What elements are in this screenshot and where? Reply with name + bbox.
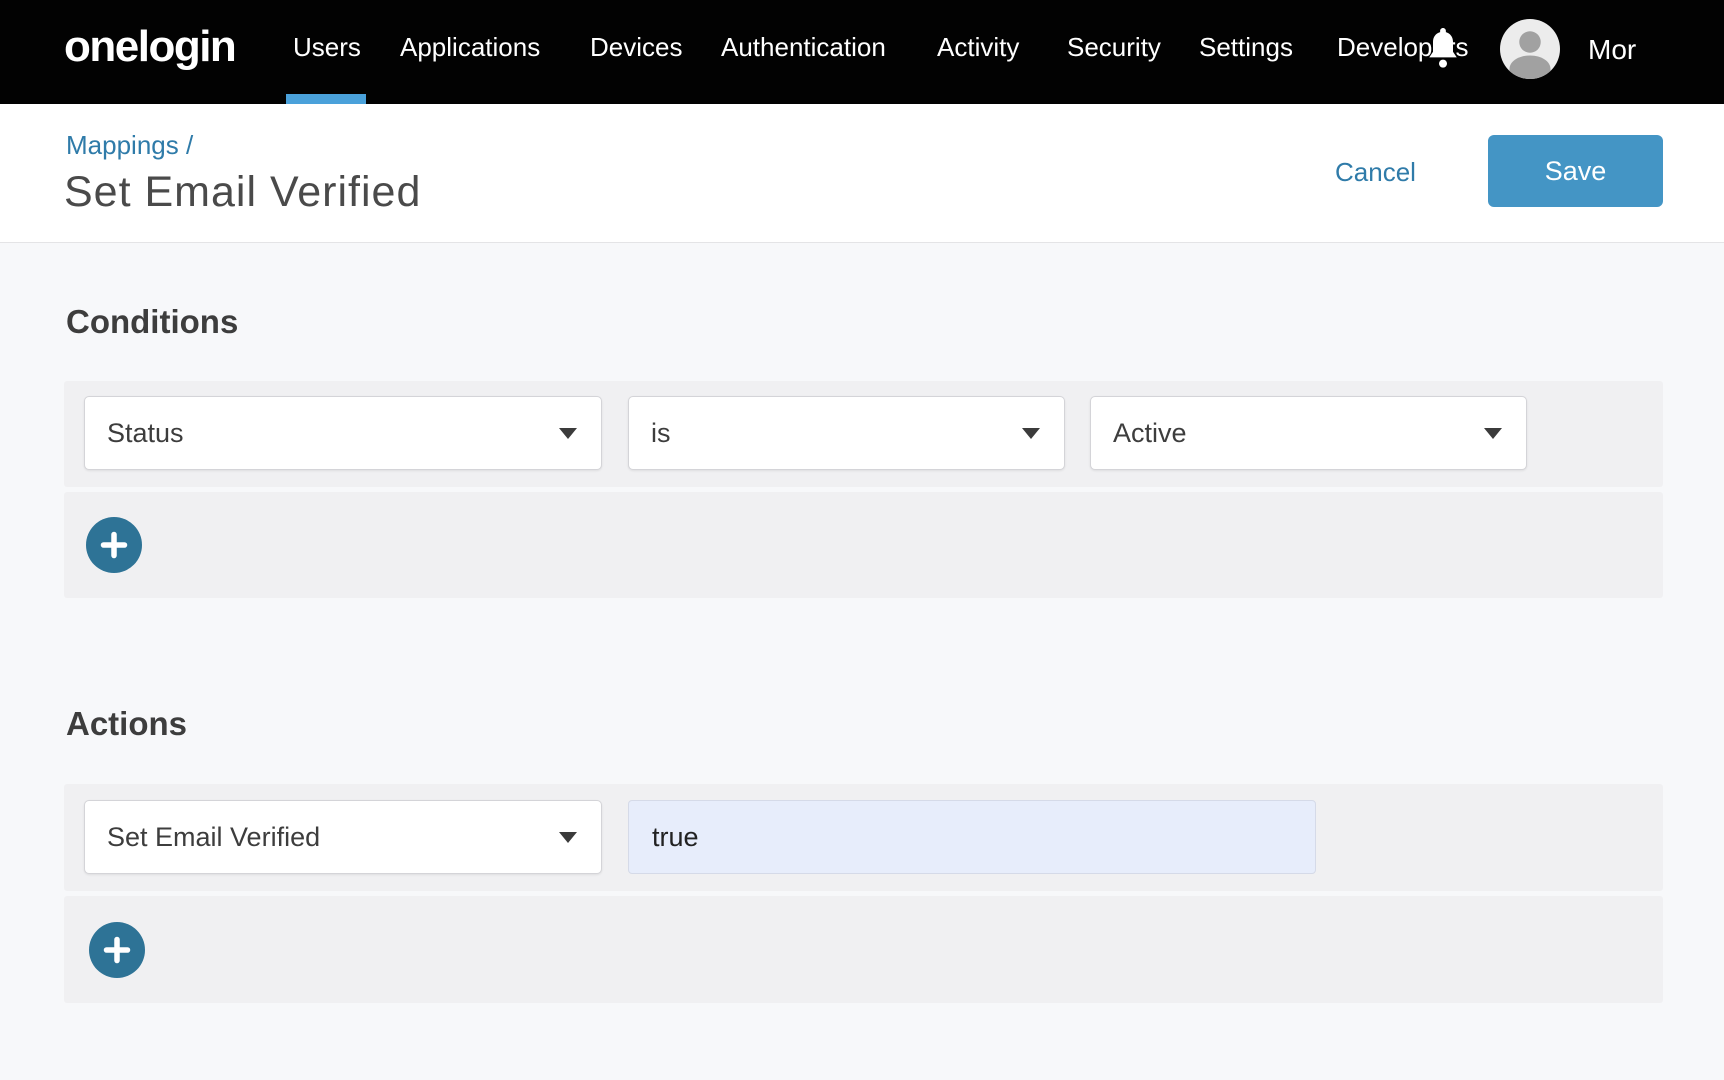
chevron-down-icon xyxy=(1022,428,1040,439)
condition-field-value: Status xyxy=(107,418,184,449)
person-icon xyxy=(1500,19,1560,79)
condition-field-dropdown[interactable]: Status xyxy=(84,396,602,470)
add-action-row xyxy=(64,896,1663,1003)
onelogin-logo: onelogin xyxy=(64,0,235,94)
conditions-heading: Conditions xyxy=(66,303,238,341)
add-condition-button[interactable] xyxy=(86,517,142,573)
top-nav: onelogin Users Applications Devices Auth… xyxy=(0,0,1724,104)
chevron-down-icon xyxy=(559,832,577,843)
action-type-value: Set Email Verified xyxy=(107,822,320,853)
action-value-input[interactable] xyxy=(628,800,1316,874)
chevron-down-icon xyxy=(559,428,577,439)
nav-item-users[interactable]: Users xyxy=(293,0,361,94)
plus-icon xyxy=(102,935,132,965)
notifications-bell-icon[interactable] xyxy=(1428,28,1458,68)
actions-heading: Actions xyxy=(66,705,187,743)
condition-value-dropdown[interactable]: Active xyxy=(1090,396,1527,470)
nav-item-applications[interactable]: Applications xyxy=(400,0,540,94)
save-button[interactable]: Save xyxy=(1488,135,1663,207)
page-header: Mappings / Set Email Verified Cancel Sav… xyxy=(0,104,1724,243)
add-condition-row xyxy=(64,492,1663,598)
nav-item-security[interactable]: Security xyxy=(1067,0,1161,94)
condition-row: Status is Active xyxy=(64,381,1663,487)
user-avatar[interactable] xyxy=(1500,19,1560,79)
nav-item-authentication[interactable]: Authentication xyxy=(721,0,886,94)
plus-icon xyxy=(99,530,129,560)
active-tab-underline xyxy=(286,94,366,104)
nav-item-settings[interactable]: Settings xyxy=(1199,0,1293,94)
condition-operator-dropdown[interactable]: is xyxy=(628,396,1065,470)
condition-operator-value: is xyxy=(651,418,671,449)
cancel-button[interactable]: Cancel xyxy=(1335,157,1416,188)
action-type-dropdown[interactable]: Set Email Verified xyxy=(84,800,602,874)
breadcrumb-mappings-link[interactable]: Mappings / xyxy=(66,130,193,161)
nav-user-name[interactable]: Mor xyxy=(1588,0,1636,100)
nav-item-devices[interactable]: Devices xyxy=(590,0,682,94)
chevron-down-icon xyxy=(1484,428,1502,439)
nav-item-activity[interactable]: Activity xyxy=(937,0,1019,94)
condition-value: Active xyxy=(1113,418,1187,449)
action-row: Set Email Verified xyxy=(64,784,1663,891)
page-title: Set Email Verified xyxy=(64,168,421,217)
add-action-button[interactable] xyxy=(89,922,145,978)
